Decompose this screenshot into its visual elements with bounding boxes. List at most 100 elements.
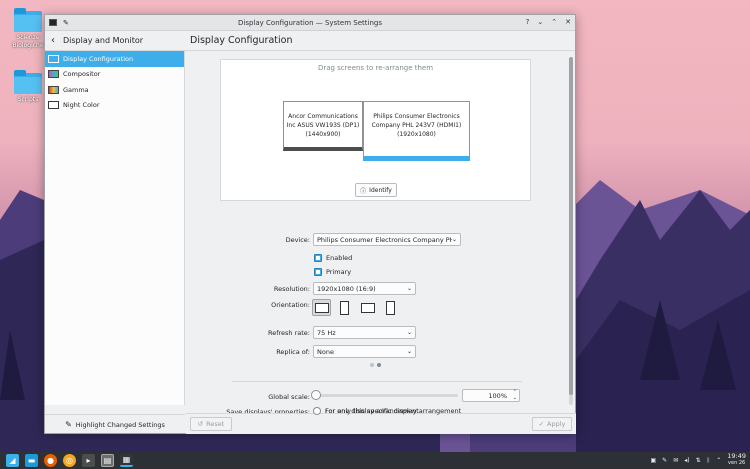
- desktop-folder-scienze[interactable]: Scienze Biologiche: [8, 8, 48, 50]
- checkbox-checked-icon: [314, 268, 322, 276]
- bottom-action-bar: ↺ Reset ✓ Apply: [186, 413, 576, 434]
- tray-mail-icon[interactable]: ✉: [673, 457, 678, 464]
- device-value: Philips Consumer Electronics Company PHI: [317, 235, 452, 244]
- slider-handle[interactable]: [311, 390, 321, 400]
- night-color-icon: [48, 101, 59, 110]
- section-title: Display and Monitor: [63, 36, 144, 45]
- global-scale-slider[interactable]: [311, 390, 458, 400]
- apply-label: Apply: [547, 420, 566, 428]
- chrome-icon[interactable]: ◎: [63, 454, 76, 467]
- task-active-window-icon[interactable]: ▦: [120, 454, 133, 467]
- global-scale-spinbox[interactable]: 100% ⌃ ⌄: [462, 389, 520, 402]
- firefox-icon[interactable]: ●: [44, 454, 57, 467]
- screen-arrangement-area[interactable]: Drag screens to re-arrange them Ancor Co…: [220, 59, 531, 201]
- chevron-down-icon: ⌄: [406, 348, 412, 355]
- sidebar-item-gamma[interactable]: Gamma: [45, 82, 184, 98]
- info-icon: ⓘ: [360, 187, 367, 195]
- tray-volume-icon[interactable]: ◂): [684, 457, 689, 464]
- replica-of-label: Replica of:: [276, 348, 310, 356]
- help-button[interactable]: ?: [526, 18, 530, 26]
- reset-label: Reset: [206, 420, 225, 428]
- orientation-portrait-left-button[interactable]: [335, 299, 354, 316]
- replica-of-select[interactable]: None ⌄: [313, 345, 416, 358]
- sidebar-item-compositor[interactable]: Compositor: [45, 67, 184, 83]
- monitor-icon: [48, 54, 59, 63]
- sidebar-item-night-color[interactable]: Night Color: [45, 98, 184, 114]
- system-settings-app-icon[interactable]: [49, 19, 57, 26]
- page-dot[interactable]: [370, 363, 374, 367]
- sidebar-item-display-configuration[interactable]: Display Configuration: [45, 51, 184, 67]
- resolution-value: 1920x1080 (16:9): [317, 284, 376, 293]
- enabled-checkbox[interactable]: Enabled: [314, 254, 352, 262]
- taskbar: ◢ ▬ ● ◎ ▸ ▤ ▦ ▣ ✎ ✉ ◂) ⇅ ᛒ ⌃ 19:49 ven 2…: [0, 452, 750, 469]
- page-dot-active[interactable]: [377, 363, 381, 367]
- screen-name: Ancor Communications: [288, 113, 358, 120]
- sidebar-item-label: Night Color: [63, 101, 100, 110]
- clock[interactable]: 19:49 ven 26: [727, 453, 746, 467]
- radio-specific-arrangement[interactable]: For only this specific display arrangeme…: [313, 407, 461, 415]
- clock-time: 19:49: [727, 452, 746, 460]
- chevron-down-icon: ⌄: [406, 329, 412, 336]
- terminal-icon[interactable]: ▸: [82, 454, 95, 467]
- window-title: Display Configuration — System Settings: [238, 18, 382, 27]
- folder-icon: [14, 8, 42, 32]
- close-button[interactable]: ✕: [565, 18, 571, 26]
- compositor-icon: [48, 70, 59, 79]
- tray-network-icon[interactable]: ⇅: [696, 457, 701, 464]
- primary-label: Primary: [326, 268, 352, 276]
- desktop-folder-label: Scripts: [17, 96, 39, 103]
- resolution-label: Resolution:: [273, 285, 310, 293]
- sidebar-item-label: Compositor: [63, 70, 101, 79]
- screen-resolution: (1440x900): [305, 131, 341, 138]
- device-select[interactable]: Philips Consumer Electronics Company PHI…: [313, 233, 461, 246]
- resolution-select[interactable]: 1920x1080 (16:9) ⌄: [313, 282, 416, 295]
- pin-icon[interactable]: ✎: [63, 19, 69, 27]
- divider: [232, 381, 522, 382]
- reset-button[interactable]: ↺ Reset: [190, 417, 232, 431]
- highlight-changed-settings-button[interactable]: ✎ Highlight Changed Settings: [45, 414, 185, 434]
- orientation-landscape-flipped-button[interactable]: [358, 299, 377, 316]
- screen-name: Philips Consumer Electronics: [373, 113, 460, 120]
- primary-checkbox[interactable]: Primary: [314, 268, 351, 276]
- back-arrow-icon[interactable]: ‹: [51, 35, 55, 46]
- refresh-rate-value: 75 Hz: [317, 328, 336, 337]
- dolphin-file-manager-icon[interactable]: ▬: [25, 454, 38, 467]
- desktop-folder-label: Scienze Biologiche: [12, 34, 44, 49]
- apply-button[interactable]: ✓ Apply: [532, 417, 572, 431]
- system-tray: ▣ ✎ ✉ ◂) ⇅ ᛒ ⌃ 19:49 ven 26: [651, 453, 747, 467]
- tray-bluetooth-icon[interactable]: ᛒ: [707, 457, 711, 464]
- orientation-portrait-right-button[interactable]: [381, 299, 400, 316]
- main-content: Drag screens to re-arrange them Ancor Co…: [186, 51, 576, 416]
- spin-arrows-icon[interactable]: ⌃ ⌄: [513, 389, 517, 401]
- tray-notifications-icon[interactable]: ⌃: [716, 457, 721, 464]
- apply-icon: ✓: [538, 420, 545, 428]
- desktop-folder-scripts[interactable]: Scripts: [8, 70, 48, 104]
- screen-resolution: (1920x1080): [397, 131, 436, 138]
- refresh-rate-select[interactable]: 75 Hz ⌄: [313, 326, 416, 339]
- checkbox-checked-icon: [314, 254, 322, 262]
- scrollbar-thumb[interactable]: [569, 57, 573, 395]
- enabled-label: Enabled: [326, 254, 353, 262]
- gamma-icon: [48, 85, 59, 94]
- orientation-landscape-button[interactable]: [312, 299, 331, 316]
- maximize-button[interactable]: ⌃: [551, 18, 557, 26]
- application-launcher-icon[interactable]: ◢: [6, 454, 19, 467]
- minimize-button[interactable]: ⌄: [537, 18, 543, 26]
- screen-dp1[interactable]: Ancor Communications Inc ASUS VW193S (DP…: [283, 101, 363, 151]
- portrait-flipped-icon: [386, 300, 395, 315]
- chevron-down-icon: ⌄: [451, 236, 457, 243]
- system-settings-window: ✎ Display Configuration — System Setting…: [44, 14, 576, 434]
- screen-hdmi1[interactable]: Philips Consumer Electronics Company PHL…: [363, 101, 470, 161]
- page-indicator: [370, 363, 381, 367]
- identify-button[interactable]: ⓘ Identify: [355, 183, 397, 197]
- arrangement-hint: Drag screens to re-arrange them: [317, 64, 434, 72]
- screen-name: Company PHL 243V7 (HDMI1): [371, 122, 462, 129]
- tray-notes-icon[interactable]: ✎: [662, 457, 667, 464]
- task-system-settings-icon[interactable]: ▤: [101, 454, 114, 467]
- pencil-icon: ✎: [65, 420, 72, 429]
- content-scrollbar[interactable]: [569, 57, 573, 405]
- replica-of-value: None: [317, 347, 334, 356]
- page-title: Display Configuration: [190, 35, 293, 46]
- title-bar[interactable]: ✎ Display Configuration — System Setting…: [45, 15, 575, 31]
- tray-clipboard-icon[interactable]: ▣: [651, 457, 657, 464]
